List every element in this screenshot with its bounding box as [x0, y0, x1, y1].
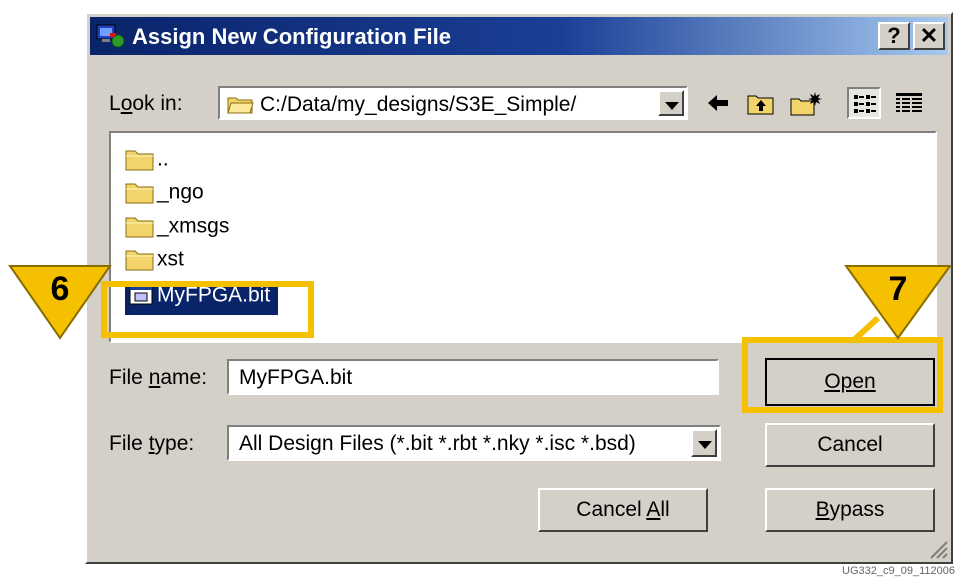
- list-item-parent[interactable]: ..: [125, 147, 169, 177]
- details-view-icon[interactable]: [895, 91, 923, 115]
- folder-icon: [125, 150, 154, 171]
- help-button[interactable]: ?: [878, 22, 910, 50]
- app-icon: [96, 24, 125, 48]
- look-in-label: Look in:: [109, 92, 183, 115]
- list-item-xmsgs[interactable]: _xmsgs: [125, 214, 229, 244]
- list-view-icon: [854, 95, 876, 113]
- list-item-ngo[interactable]: _ngo: [125, 180, 204, 210]
- resize-grip-icon[interactable]: [927, 538, 949, 560]
- dialog-title: Assign New Configuration File: [132, 24, 452, 49]
- look-in-dropdown-button[interactable]: [658, 90, 684, 116]
- back-arrow-icon[interactable]: [705, 91, 731, 115]
- file-type-label: File type:: [109, 432, 195, 455]
- close-button[interactable]: ✕: [913, 22, 945, 50]
- highlight-open-button: [742, 337, 943, 413]
- up-folder-icon[interactable]: [747, 91, 775, 117]
- list-item-xst[interactable]: xst: [125, 247, 184, 277]
- cancel-button[interactable]: Cancel: [765, 423, 935, 467]
- list-view-button[interactable]: [847, 87, 881, 119]
- callout-6-label: 6: [51, 270, 70, 308]
- file-name-field[interactable]: MyFPGA.bit: [227, 359, 719, 395]
- file-type-select[interactable]: All Design Files (*.bit *.rbt *.nky *.is…: [227, 425, 721, 461]
- new-folder-icon[interactable]: [790, 91, 822, 117]
- bypass-button[interactable]: Bypass: [765, 488, 935, 532]
- callout-7-pointer: [851, 316, 881, 342]
- file-type-dropdown-button[interactable]: [691, 429, 717, 457]
- highlight-selected-file: [101, 281, 314, 338]
- look-in-path: C:/Data/my_designs/S3E_Simple/: [260, 93, 577, 116]
- open-folder-icon: [227, 97, 254, 114]
- folder-icon: [125, 183, 154, 204]
- folder-icon: [125, 250, 154, 271]
- callout-step-6: 6: [8, 265, 112, 340]
- figure-id: UG332_c9_09_112006: [842, 565, 955, 577]
- folder-icon: [125, 217, 154, 238]
- file-name-label: File name:: [109, 366, 208, 389]
- cancel-all-button[interactable]: Cancel All: [538, 488, 708, 532]
- look-in-combo[interactable]: C:/Data/my_designs/S3E_Simple/: [218, 86, 688, 120]
- callout-7-label: 7: [889, 270, 908, 308]
- title-bar[interactable]: Assign New Configuration File ? ✕: [90, 17, 948, 55]
